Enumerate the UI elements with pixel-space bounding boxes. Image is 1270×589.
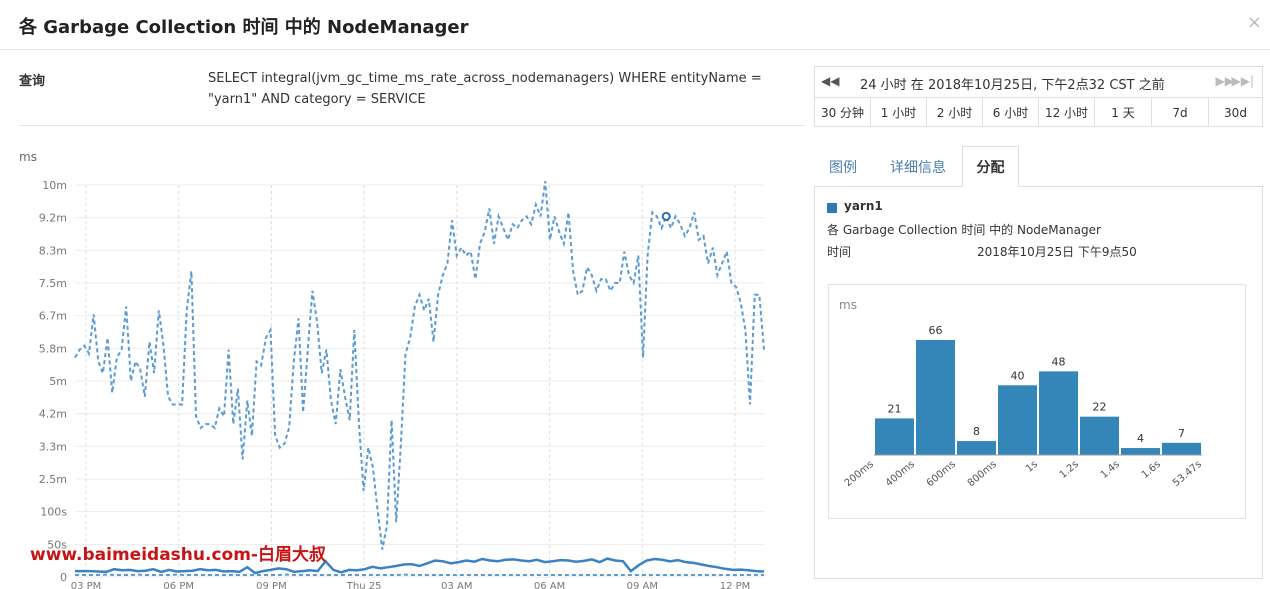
y-tick-label: 6.7m: [39, 310, 67, 323]
range-button-30m[interactable]: 30 分钟: [815, 98, 871, 127]
y-tick-label: 5.8m: [39, 342, 67, 355]
detail-tabs: 图例 详细信息 分配: [814, 146, 1263, 187]
histogram-bar: [916, 340, 955, 455]
histogram-y-axis-label: ms: [839, 298, 857, 312]
histogram-bar-label: 48: [1052, 355, 1066, 368]
range-button-6h[interactable]: 6 小时: [983, 98, 1039, 127]
range-button-2h[interactable]: 2 小时: [927, 98, 983, 127]
histogram-x-label: 1.4s: [1099, 459, 1122, 481]
time-range-buttons: 30 分钟 1 小时 2 小时 6 小时 12 小时 1 天 7d 30d: [815, 98, 1262, 127]
histogram-bar: [957, 441, 996, 455]
series-name: yarn1: [844, 199, 883, 213]
series-description: 各 Garbage Collection 时间 中的 NodeManager: [827, 223, 1101, 237]
divider: [19, 125, 805, 126]
histogram-bar-label: 8: [973, 425, 980, 438]
x-tick-label: 06 AM: [534, 581, 565, 589]
y-tick-label: 10m: [42, 179, 67, 192]
y-tick-label: 100s: [40, 506, 67, 519]
previous-period-icon[interactable]: ◀◀: [821, 74, 839, 88]
range-button-30d[interactable]: 30d: [1209, 98, 1262, 127]
highlighted-data-point: [661, 211, 671, 221]
range-button-1h[interactable]: 1 小时: [871, 98, 927, 127]
histogram-bar: [998, 385, 1037, 455]
time-range-text: 24 小时 在 2018年10月25日, 下午2点32 CST 之前: [860, 78, 1165, 93]
y-tick-label: 8.3m: [39, 244, 67, 257]
range-button-1d[interactable]: 1 天: [1095, 98, 1152, 127]
time-label: 时间: [827, 245, 852, 259]
histogram-bar-label: 7: [1178, 427, 1185, 440]
histogram-bar-label: 22: [1093, 401, 1107, 414]
histogram-x-label: 200ms: [843, 459, 876, 489]
histogram-bar-label: 66: [929, 324, 943, 337]
series-color-swatch: [827, 203, 837, 213]
y-tick-label: 3.3m: [39, 440, 67, 453]
histogram-bar: [1039, 371, 1078, 455]
y-tick-label: 7.5m: [39, 277, 67, 290]
histogram-box: 21 66 8 40 48 22 4 7 200ms 400ms 600ms 800ms 1s 1.2s 1…: [828, 284, 1246, 519]
watermark: www.baimeidashu.com-白眉大叔: [30, 545, 326, 565]
histogram-x-label: 600ms: [925, 459, 958, 489]
chart-y-axis-label: ms: [19, 150, 37, 164]
histogram-x-label: 800ms: [966, 459, 999, 489]
time-controls: ◀◀ 24 小时 在 2018年10月25日, 下午2点32 CST 之前 ▶▶…: [814, 66, 1263, 127]
histogram-bar: [875, 418, 914, 455]
x-tick-label: 09 PM: [256, 581, 287, 589]
histogram-bar: [1162, 442, 1201, 455]
tab-legend[interactable]: 图例: [814, 146, 872, 187]
time-value: 2018年10月25日 下午9点50: [977, 245, 1137, 259]
x-tick-label: 03 AM: [441, 581, 472, 589]
histogram-x-label: 400ms: [884, 459, 917, 489]
histogram-bar-label: 21: [888, 402, 902, 415]
gc-time-histogram[interactable]: 21 66 8 40 48 22 4 7 200ms 400ms 600ms 800ms 1s 1.2s 1…: [829, 285, 1247, 520]
dialog: 各 Garbage Collection 时间 中的 NodeManager ×…: [0, 0, 1270, 589]
x-tick-label: Thu 25: [346, 581, 382, 589]
y-tick-label: 0: [60, 571, 67, 584]
y-tick-label: 5m: [49, 375, 67, 388]
histogram-x-label: 1s: [1024, 459, 1040, 475]
y-tick-label: 4.2m: [39, 408, 67, 421]
query-label: 查询: [19, 74, 46, 89]
tab-details[interactable]: 详细信息: [874, 146, 962, 187]
x-tick-label: 09 AM: [627, 581, 658, 589]
x-tick-label: 03 PM: [71, 581, 102, 589]
dialog-title: 各 Garbage Collection 时间 中的 NodeManager: [19, 17, 469, 38]
histogram-bar-label: 40: [1011, 369, 1025, 382]
gc-time-line-chart[interactable]: 050s100s2.5m3.3m4.2m5m5.8m6.7m7.5m8.3m9.…: [19, 165, 779, 589]
dialog-header: 各 Garbage Collection 时间 中的 NodeManager ×: [0, 0, 1270, 50]
latest-period-icon[interactable]: ▶▶|: [1232, 74, 1255, 88]
close-icon[interactable]: ×: [1247, 12, 1262, 33]
y-tick-label: 2.5m: [39, 473, 67, 486]
tab-distribution[interactable]: 分配: [962, 146, 1019, 187]
distribution-panel: yarn1 各 Garbage Collection 时间 中的 NodeMan…: [814, 186, 1263, 579]
y-tick-label: 9.2m: [39, 212, 67, 225]
range-button-7d[interactable]: 7d: [1152, 98, 1209, 127]
x-tick-label: 12 PM: [720, 581, 751, 589]
range-button-12h[interactable]: 12 小时: [1039, 98, 1095, 127]
histogram-x-label: 53.47s: [1171, 459, 1204, 489]
time-range-bar: ◀◀ 24 小时 在 2018年10月25日, 下午2点32 CST 之前 ▶▶…: [815, 67, 1262, 98]
histogram-x-label: 1.2s: [1058, 459, 1081, 481]
query-text: SELECT integral(jvm_gc_time_ms_rate_acro…: [208, 71, 762, 107]
histogram-bar-label: 4: [1137, 432, 1144, 445]
histogram-bar: [1121, 448, 1160, 455]
histogram-x-label: 1.6s: [1140, 459, 1163, 481]
histogram-bar: [1080, 416, 1119, 455]
x-tick-label: 06 PM: [163, 581, 194, 589]
